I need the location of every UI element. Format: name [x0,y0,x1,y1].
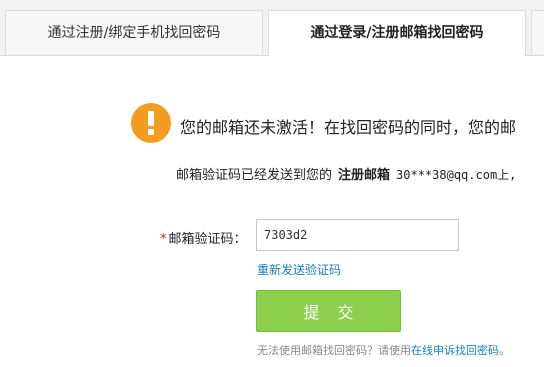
exclamation-icon [131,103,171,143]
footer-note: 无法使用邮箱找回密码？请使用在线申诉找回密码。 [257,342,510,358]
code-label-text: 邮箱验证码： [168,232,247,247]
code-label: * 邮箱验证码： [160,228,247,247]
appeal-link[interactable]: 在线申诉找回密码 [411,344,499,357]
footer-suffix: 。 [499,344,510,357]
tab-email-recovery[interactable]: 通过登录/注册邮箱找回密码 [268,10,526,56]
sent-email: 30***38@qq.com上, [396,168,517,182]
sent-prefix: 邮箱验证码已经发送到您的 [176,168,333,183]
email-code-input[interactable] [256,219,459,251]
submit-button[interactable]: 提交 [256,290,401,332]
footer-text: 无法使用邮箱找回密码？请使用 [257,344,411,357]
notice-message: 您的邮箱还未激活！在找回密码的同时，您的邮 [180,118,517,137]
required-mark: * [160,232,167,247]
tab-phone-recovery[interactable]: 通过注册/绑定手机找回密码 [5,10,263,54]
sent-label: 注册邮箱 [338,168,391,183]
tab-more[interactable] [531,10,544,54]
resend-code-link[interactable]: 重新发送验证码 [257,261,341,278]
tab-bar: 通过注册/绑定手机找回密码 通过登录/注册邮箱找回密码 [0,0,544,56]
sent-notice: 邮箱验证码已经发送到您的 注册邮箱 30***38@qq.com上, [176,164,516,183]
